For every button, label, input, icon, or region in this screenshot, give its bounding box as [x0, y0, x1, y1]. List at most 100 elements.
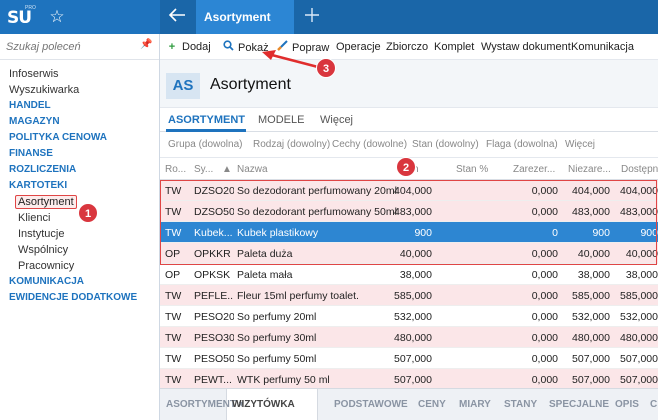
sidebar-item-finanse[interactable]: FINANSE	[9, 146, 155, 162]
subtab-asortyment[interactable]: ASORTYMENT	[168, 114, 245, 126]
table-row[interactable]: TW PESO30 So perfumy 30ml 480,000 0,000 480,0…	[160, 327, 658, 348]
cell-sy: PEFLE...	[194, 290, 234, 302]
cell-stan: 507,000	[394, 353, 432, 365]
collection-button[interactable]: Zbiorczo	[386, 40, 428, 54]
table-row[interactable]: TW PESO20 So perfumy 20ml 532,000 0,000 532,0…	[160, 306, 658, 327]
filter-flag[interactable]: Flaga (dowolna)	[486, 139, 558, 150]
sidebar-item-wyszukiwarka[interactable]: Wyszukiwarka	[9, 82, 155, 98]
data-grid: TW DZSO20 So dezodorant perfumowany 20ml 40…	[160, 180, 658, 388]
bottom-tab-opis[interactable]: OPIS	[615, 399, 639, 410]
sidebar-item-infoserwis[interactable]: Infoserwis	[9, 66, 155, 82]
operations-button[interactable]: Operacje	[336, 40, 381, 54]
cell-zar: 0,000	[531, 290, 558, 302]
filter-features[interactable]: Cechy (dowolne)	[332, 139, 407, 150]
sidebar-item-handel[interactable]: HANDEL	[9, 98, 155, 114]
show-button[interactable]: Pokaż	[222, 40, 269, 54]
sidebar-item-rozliczenia[interactable]: ROZLICZENIA	[9, 162, 155, 178]
new-tab-plus-icon[interactable]	[300, 4, 324, 28]
table-row[interactable]: TW DZSO50 So dezodorant perfumowany 50ml 48…	[160, 201, 658, 222]
back-arrow-icon[interactable]	[166, 4, 190, 28]
table-row[interactable]: TW PESO50 So perfumy 50ml 507,000 0,000 507,0…	[160, 348, 658, 369]
bottom-tab-miary[interactable]: MIARY	[459, 399, 491, 410]
cell-stan: 483,000	[394, 206, 432, 218]
cell-stan: 507,000	[394, 374, 432, 386]
table-row[interactable]: TW PEFLE... Fleur 15ml perfumy toalet. 585,…	[160, 285, 658, 306]
sidebar-item-magazyn[interactable]: MAGAZYN	[9, 114, 155, 130]
tab-asortyment[interactable]: Asortyment	[196, 0, 294, 34]
cell-zar: 0,000	[531, 185, 558, 197]
cell-niez: 480,000	[572, 332, 610, 344]
search-icon	[222, 40, 234, 55]
cell-ro: TW	[165, 353, 182, 365]
filter-kind[interactable]: Rodzaj (dowolny)	[253, 139, 330, 150]
sidebar-item-komunikacja[interactable]: KOMUNIKACJA	[9, 274, 155, 290]
cell-dost: 40,000	[625, 248, 658, 260]
col-name[interactable]: Nazwa	[237, 164, 297, 175]
sidebar-item-pracownicy[interactable]: Pracownicy	[9, 258, 155, 274]
module-badge: AS	[166, 73, 200, 99]
subtabs: ASORTYMENT MODELE Więcej	[160, 108, 658, 132]
bottom-tab-specjalne[interactable]: SPECJALNE	[549, 399, 609, 410]
cell-niez: 900	[592, 227, 610, 239]
sidebar-nav: Infoserwis Wyszukiwarka HANDEL MAGAZYN POLIT…	[9, 66, 155, 306]
table-row[interactable]: OP OPKKR Paleta duża 40,000 0,000 40,000 40,00…	[160, 243, 658, 264]
cell-zar: 0,000	[531, 374, 558, 386]
bottom-tab-stany[interactable]: STANY	[504, 399, 537, 410]
filter-group[interactable]: Grupa (dowolna)	[168, 139, 242, 150]
table-row[interactable]: TW Kubek... Kubek plastikowy 900 0 900 900	[160, 222, 658, 243]
cell-niez: 507,000	[572, 353, 610, 365]
col-sy[interactable]: Sy...	[194, 164, 220, 175]
subtab-modele[interactable]: MODELE	[258, 114, 304, 126]
page-header: AS Asortyment	[160, 60, 658, 108]
annotation-badge-2: 2	[396, 157, 416, 177]
cell-dost: 480,000	[620, 332, 658, 344]
cell-sy: OPKSK	[194, 269, 231, 281]
cell-ro: OP	[165, 269, 181, 281]
cell-zar: 0,000	[531, 353, 558, 365]
table-row[interactable]: TW DZSO20 So dezodorant perfumowany 20ml 40…	[160, 180, 658, 201]
sidebar-item-kartoteki[interactable]: KARTOTEKI	[9, 178, 155, 194]
bottom-tab-ceny[interactable]: CENY	[418, 399, 446, 410]
col-unreserved[interactable]: Niezare...	[568, 164, 618, 175]
sort-asc-icon[interactable]: ▲	[222, 164, 232, 175]
cell-dost: 507,000	[620, 374, 658, 386]
col-reserved[interactable]: Zarezer...	[513, 164, 561, 175]
table-row[interactable]: OP OPKSK Paleta mała 38,000 0,000 38,000 38,00…	[160, 264, 658, 285]
cell-niez: 507,000	[572, 374, 610, 386]
bottom-tab-podstawowe[interactable]: PODSTAWOWE	[334, 399, 408, 410]
filter-more[interactable]: Więcej	[565, 139, 595, 150]
pin-icon[interactable]: 📌	[140, 39, 152, 50]
col-ro[interactable]: Ro...	[165, 164, 189, 175]
filter-state[interactable]: Stan (dowolny)	[412, 139, 479, 150]
cell-stan: 40,000	[399, 248, 432, 260]
favorites-star-icon[interactable]: ☆	[46, 6, 68, 28]
cell-stan: 585,000	[394, 290, 432, 302]
communication-button[interactable]: Komunikacja	[571, 40, 634, 54]
col-stan-pct[interactable]: Stan %	[456, 164, 498, 175]
cell-dost: 483,000	[620, 206, 658, 218]
cell-niez: 532,000	[572, 311, 610, 323]
sidebar-item-instytucje[interactable]: Instytucje	[9, 226, 155, 242]
bottom-tab-asortyment-label: ASORTYMENT	[166, 399, 236, 410]
cell-stan: 404,000	[394, 185, 432, 197]
set-button[interactable]: Komplet	[434, 40, 474, 54]
sidebar-item-polityka-cenowa[interactable]: POLITYKA CENOWA	[9, 130, 155, 146]
bottom-tab-more[interactable]: C	[650, 399, 657, 410]
app-logo[interactable]: SU PRO	[6, 3, 36, 31]
cell-ro: TW	[165, 332, 182, 344]
add-button[interactable]: + Dodaj	[166, 40, 211, 54]
cell-dost: 900	[640, 227, 658, 239]
cell-ro: TW	[165, 206, 182, 218]
sidebar-item-wspólnicy[interactable]: Wspólnicy	[9, 242, 155, 258]
cell-ro: TW	[165, 185, 182, 197]
issue-document-button[interactable]: Wystaw dokument	[481, 40, 571, 54]
command-search-input[interactable]	[6, 39, 132, 55]
fix-button[interactable]: Popraw	[276, 40, 329, 54]
cell-ro: OP	[165, 248, 181, 260]
subtab-more[interactable]: Więcej	[320, 114, 353, 126]
col-available[interactable]: Dostępn	[621, 164, 658, 175]
sidebar-item-ewidencje-dodatkowe[interactable]: EWIDENCJE DODATKOWE	[9, 290, 155, 306]
cell-ro: TW	[165, 290, 182, 302]
bottom-tab-wizytowka[interactable]: WIZYTÓWKA	[232, 399, 295, 410]
table-row[interactable]: TW PEWT... WTK perfumy 50 ml 507,000 0,000 50…	[160, 369, 658, 388]
